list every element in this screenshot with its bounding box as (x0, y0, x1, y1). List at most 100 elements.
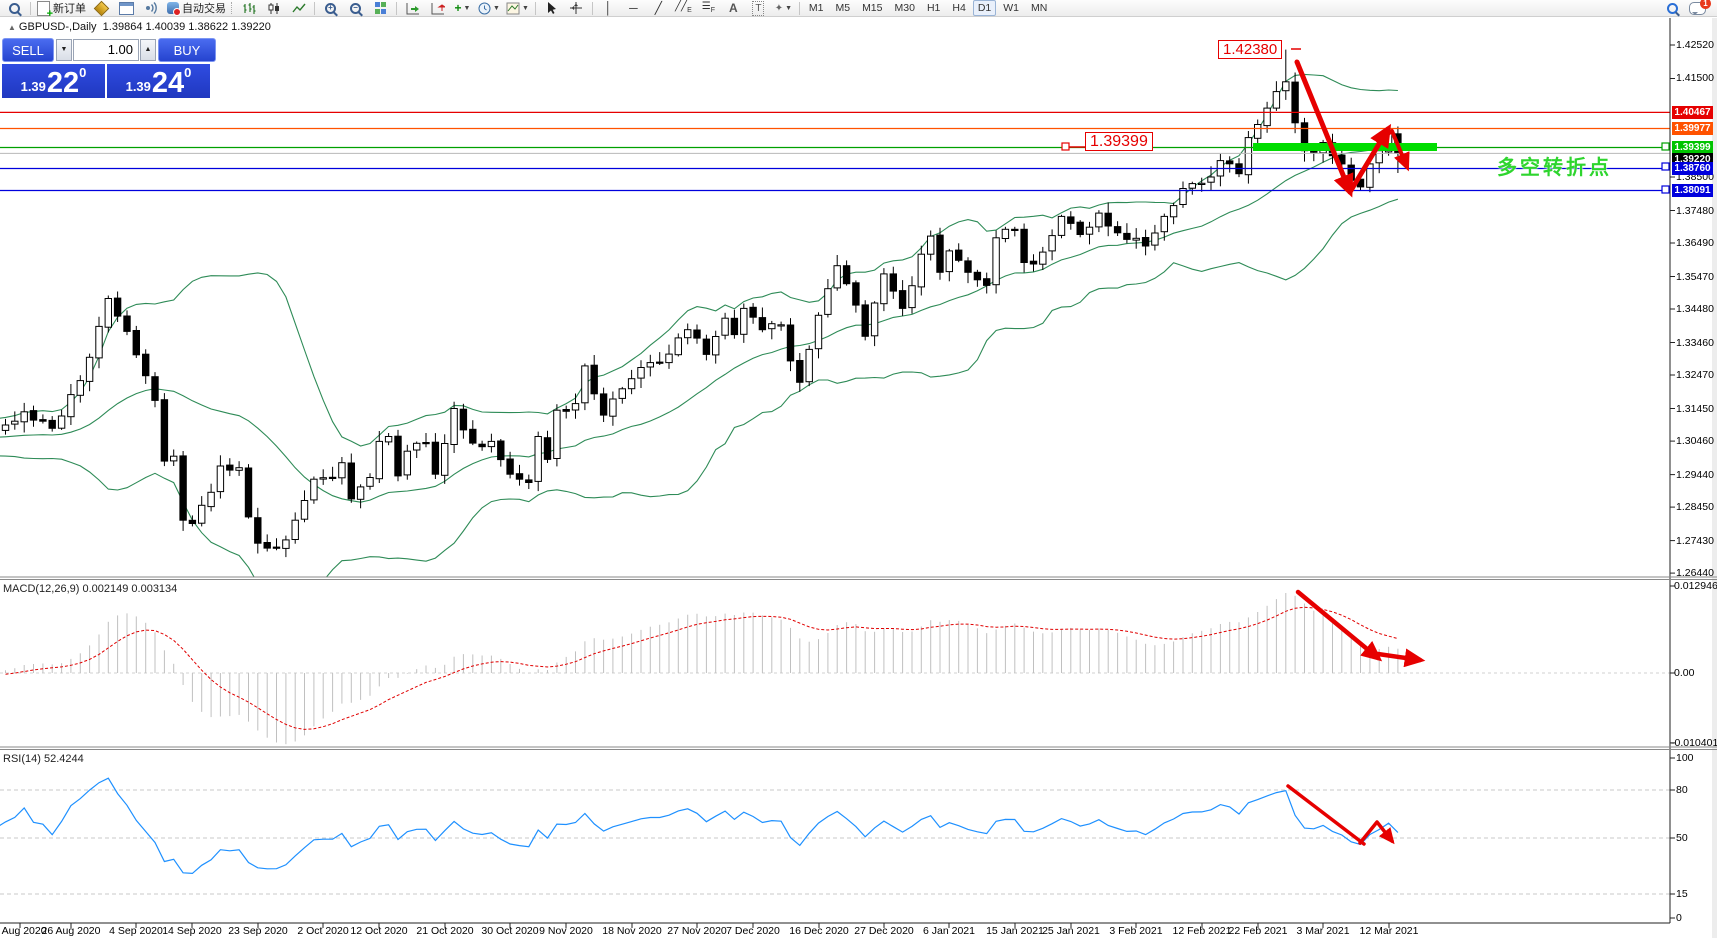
chart-canvas[interactable] (0, 0, 1717, 938)
horizontal-line-tool-button[interactable]: ─ (622, 1, 645, 16)
templates-button[interactable]: ▼ (504, 1, 531, 16)
toolbar-separator (535, 2, 536, 15)
level-price-label[interactable]: 1.39399 (1085, 132, 1153, 151)
timeframe-m15[interactable]: M15 (857, 0, 887, 16)
volume-decrease-button[interactable]: ▼ (56, 39, 72, 61)
date-axis-label: 12 Feb 2021 (1173, 925, 1232, 937)
tile-windows-icon (375, 2, 387, 14)
volume-input[interactable]: 1.00 (73, 39, 139, 61)
timeframe-m5[interactable]: M5 (830, 0, 855, 16)
zoom-out-button[interactable]: − (344, 1, 367, 16)
label-tool-button[interactable]: T (747, 1, 770, 16)
price-axis-tick: 1.36490 (1676, 237, 1714, 249)
vertical-line-tool-button[interactable]: │ (597, 1, 620, 16)
chart-shift-button[interactable] (426, 1, 449, 16)
date-axis-label: 27 Nov 2020 (667, 925, 727, 937)
timeframe-bar: M1M5M15M30H1H4D1W1MN (803, 0, 1053, 16)
chat-bubble-icon: 1 (1689, 2, 1706, 15)
peak-price-label[interactable]: 1.42380 (1218, 40, 1282, 59)
vertical-line-icon: │ (605, 2, 613, 15)
auto-trading-icon (167, 2, 179, 14)
rsi-axis-tick: 50 (1676, 832, 1688, 844)
new-chart-button[interactable] (115, 1, 138, 16)
chevron-down-icon: ▼ (522, 5, 529, 12)
indicators-button[interactable]: +▼ (451, 1, 474, 16)
date-axis-label: 12 Mar 2021 (1360, 925, 1419, 937)
trendline-tool-button[interactable]: ╱ (647, 1, 670, 16)
price-axis-tick: 1.35470 (1676, 271, 1714, 283)
channel-tool-button[interactable]: ╱╱E (672, 1, 695, 16)
ohlc-bars-icon (242, 2, 256, 15)
toolbar-grip (231, 2, 234, 14)
line-chart-mode-button[interactable] (287, 1, 310, 16)
price-axis-tick: 1.37480 (1676, 205, 1714, 217)
auto-scroll-button[interactable] (401, 1, 424, 16)
price-badge: 1.39977 (1672, 122, 1713, 135)
price-axis-tick: 1.29440 (1676, 469, 1714, 481)
date-axis-label: 21 Oct 2020 (416, 925, 473, 937)
price-badge: 1.40467 (1672, 106, 1713, 119)
chart-title-icon: ▲ (8, 23, 16, 32)
date-axis-label: 7 Aug 2020 (0, 925, 47, 937)
toolbar-separator (592, 2, 593, 15)
price-axis-tick: 1.41500 (1676, 72, 1714, 84)
mt4-window: + 新订单 自动交易 + − (0, 0, 1717, 938)
bid-price-display[interactable]: 1.39 22 0 (2, 64, 105, 98)
chart-styles-button[interactable] (90, 1, 113, 16)
date-axis-label: 22 Feb 2021 (1229, 925, 1288, 937)
auto-trading-button[interactable]: 自动交易 (165, 1, 228, 16)
timeframe-h1[interactable]: H1 (922, 0, 945, 16)
date-axis-label: 25 Jan 2021 (1042, 925, 1100, 937)
toolbar: + 新订单 自动交易 + − (0, 0, 1717, 17)
cn-note-text[interactable]: 多空转折点 (1497, 151, 1612, 180)
signal-icon (144, 1, 159, 15)
new-order-button[interactable]: + 新订单 (35, 1, 88, 16)
date-axis-label: 2 Oct 2020 (297, 925, 348, 937)
paint-bucket-icon (94, 0, 110, 16)
search-icon (1667, 3, 1678, 14)
rsi-axis-tick: 0 (1676, 912, 1682, 924)
tile-windows-button[interactable] (369, 1, 392, 16)
signals-button[interactable] (140, 1, 163, 16)
timeframe-m30[interactable]: M30 (890, 0, 920, 16)
candlestick-mode-button[interactable] (262, 1, 285, 16)
timeframe-d1[interactable]: D1 (973, 0, 996, 16)
price-axis-tick: 1.34480 (1676, 303, 1714, 315)
fibonacci-tool-button[interactable]: ☰F (697, 1, 720, 16)
timeframe-w1[interactable]: W1 (998, 0, 1024, 16)
chart-shift-icon (431, 2, 445, 15)
timeframe-h4[interactable]: H4 (947, 0, 970, 16)
macd-label: MACD(12,26,9) 0.002149 0.003134 (3, 583, 177, 595)
chevron-down-icon: ▼ (785, 5, 792, 12)
price-axis-tick: 1.33460 (1676, 337, 1714, 349)
toolbar-separator (799, 2, 800, 15)
cursor-tool-button[interactable] (540, 1, 563, 16)
sell-button[interactable]: SELL (2, 38, 54, 62)
date-axis-label: 3 Feb 2021 (1109, 925, 1162, 937)
periods-button[interactable]: ▼ (476, 1, 502, 16)
template-chart-icon (506, 2, 520, 15)
rsi-axis-tick: 100 (1676, 752, 1694, 764)
search-button[interactable] (1661, 1, 1684, 16)
toolbar-separator (396, 2, 397, 15)
text-tool-button[interactable]: A (722, 1, 745, 16)
date-axis-label: 27 Dec 2020 (854, 925, 914, 937)
arrows-tool-button[interactable]: ✦▼ (772, 1, 795, 16)
chevron-down-icon: ▼ (493, 5, 500, 12)
symbol-search-button[interactable] (3, 1, 26, 16)
buy-button[interactable]: BUY (158, 38, 216, 62)
toolbar-separator (30, 2, 31, 15)
notifications-button[interactable]: 1 (1686, 1, 1709, 16)
chart-window-icon (119, 2, 134, 15)
ask-price-display[interactable]: 1.39 24 0 (107, 64, 210, 98)
cursor-arrow-icon (545, 1, 557, 15)
zoom-in-button[interactable]: + (319, 1, 342, 16)
timeframe-mn[interactable]: MN (1026, 0, 1052, 16)
timeframe-m1[interactable]: M1 (804, 0, 829, 16)
crosshair-tool-button[interactable] (565, 1, 588, 16)
price-badge: 1.38091 (1672, 184, 1713, 197)
auto-trading-label: 自动交易 (182, 0, 226, 16)
bar-chart-mode-button[interactable] (237, 1, 260, 16)
date-axis-label: 12 Oct 2020 (350, 925, 407, 937)
volume-increase-button[interactable]: ▲ (140, 39, 156, 61)
